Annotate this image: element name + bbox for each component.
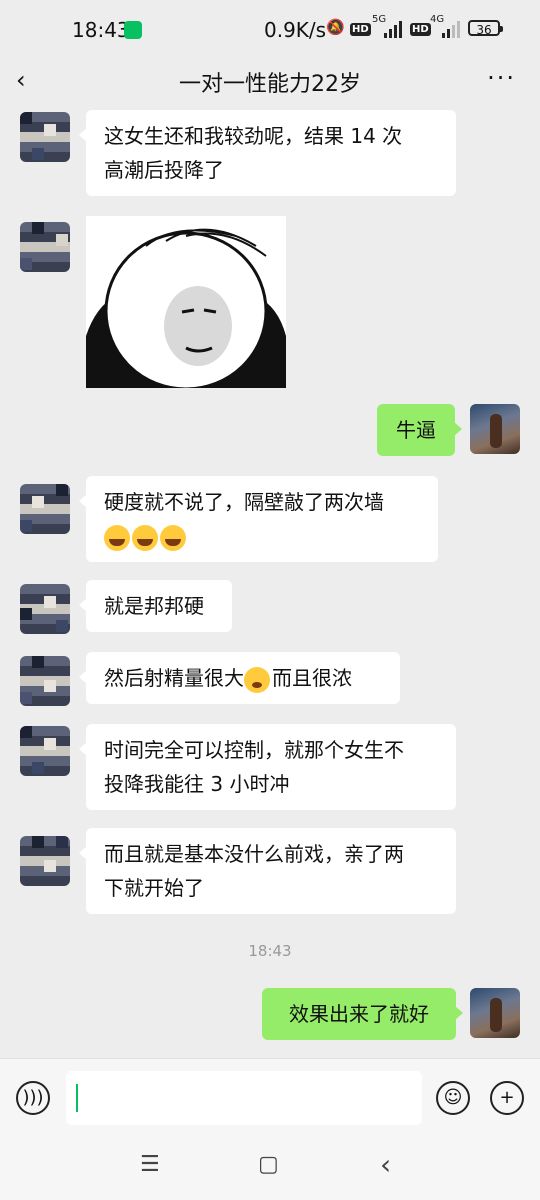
flushed-face-emoji-icon xyxy=(244,666,270,693)
message-bubble-outgoing[interactable]: 效果出来了就好 xyxy=(262,988,463,1040)
back-nav-icon[interactable]: ‹ xyxy=(380,1148,391,1181)
tears-of-joy-emoji-icon xyxy=(132,524,158,551)
message-bubble-incoming[interactable]: 时间完全可以控制，就那个女生不 投降我能往 3 小时冲 xyxy=(79,724,456,810)
wechat-notification-icon xyxy=(124,21,142,39)
message-bubble-outgoing[interactable]: 牛逼 xyxy=(377,404,462,456)
message-timestamp: 18:43 xyxy=(248,942,292,960)
message-bubble-incoming[interactable]: 而且就是基本没什么前戏，亲了两 下就开始了 xyxy=(79,828,456,914)
chat-input-bar: ))) ☺ + xyxy=(0,1058,540,1139)
contact-avatar[interactable] xyxy=(20,726,70,776)
emoji-icon[interactable]: ☺ xyxy=(436,1081,470,1115)
more-options-icon[interactable]: ··· xyxy=(487,64,516,92)
message-bubble-incoming[interactable]: 硬度就不说了，隔壁敲了两次墙 xyxy=(79,476,438,562)
contact-avatar[interactable] xyxy=(20,656,70,706)
my-avatar[interactable] xyxy=(470,404,520,454)
my-avatar[interactable] xyxy=(470,988,520,1038)
tears-of-joy-emoji-icon xyxy=(104,524,130,551)
message-input[interactable] xyxy=(66,1071,422,1125)
message-bubble-incoming[interactable]: 就是邦邦硬 xyxy=(79,580,232,632)
status-bar: 18:43 0.9K/s 🔕 HD 5G HD 4G 36 xyxy=(0,0,540,58)
chat-title: 一对一性能力22岁 xyxy=(179,72,361,97)
mute-bell-icon: 🔕 xyxy=(326,18,345,36)
recent-apps-icon[interactable]: ☰ xyxy=(140,1152,160,1177)
message-text: 然后射精量很大 xyxy=(104,666,244,690)
meme-sticker[interactable] xyxy=(86,216,286,391)
contact-avatar[interactable] xyxy=(20,484,70,534)
home-icon[interactable]: ▢ xyxy=(258,1152,279,1177)
tears-of-joy-emoji-icon xyxy=(160,524,186,551)
message-text: 硬度就不说了，隔壁敲了两次墙 xyxy=(104,490,384,514)
network-speed: 0.9K/s xyxy=(264,18,327,42)
contact-avatar[interactable] xyxy=(20,112,70,162)
signal-4g-icon xyxy=(442,20,460,38)
text-cursor xyxy=(76,1084,78,1112)
hd-badge-1: HD xyxy=(350,23,371,36)
message-bubble-incoming[interactable]: 这女生还和我较劲呢，结果 14 次 高潮后投降了 xyxy=(79,110,456,196)
voice-icon[interactable]: ))) xyxy=(16,1081,50,1115)
system-navigation-bar: ☰ ▢ ‹ xyxy=(0,1138,540,1200)
status-time: 18:43 xyxy=(72,18,130,42)
hd-badge-2: HD xyxy=(410,23,431,36)
chat-header: ‹ 一对一性能力22岁 ··· xyxy=(0,58,540,102)
contact-avatar[interactable] xyxy=(20,584,70,634)
signal-5g-icon xyxy=(384,20,402,38)
message-text: 而且很浓 xyxy=(272,666,352,690)
plus-icon[interactable]: + xyxy=(490,1081,524,1115)
battery-indicator: 36 xyxy=(468,20,503,37)
message-bubble-incoming[interactable]: 然后射精量很大 而且很浓 xyxy=(79,652,400,704)
contact-avatar[interactable] xyxy=(20,836,70,886)
contact-avatar[interactable] xyxy=(20,222,70,272)
